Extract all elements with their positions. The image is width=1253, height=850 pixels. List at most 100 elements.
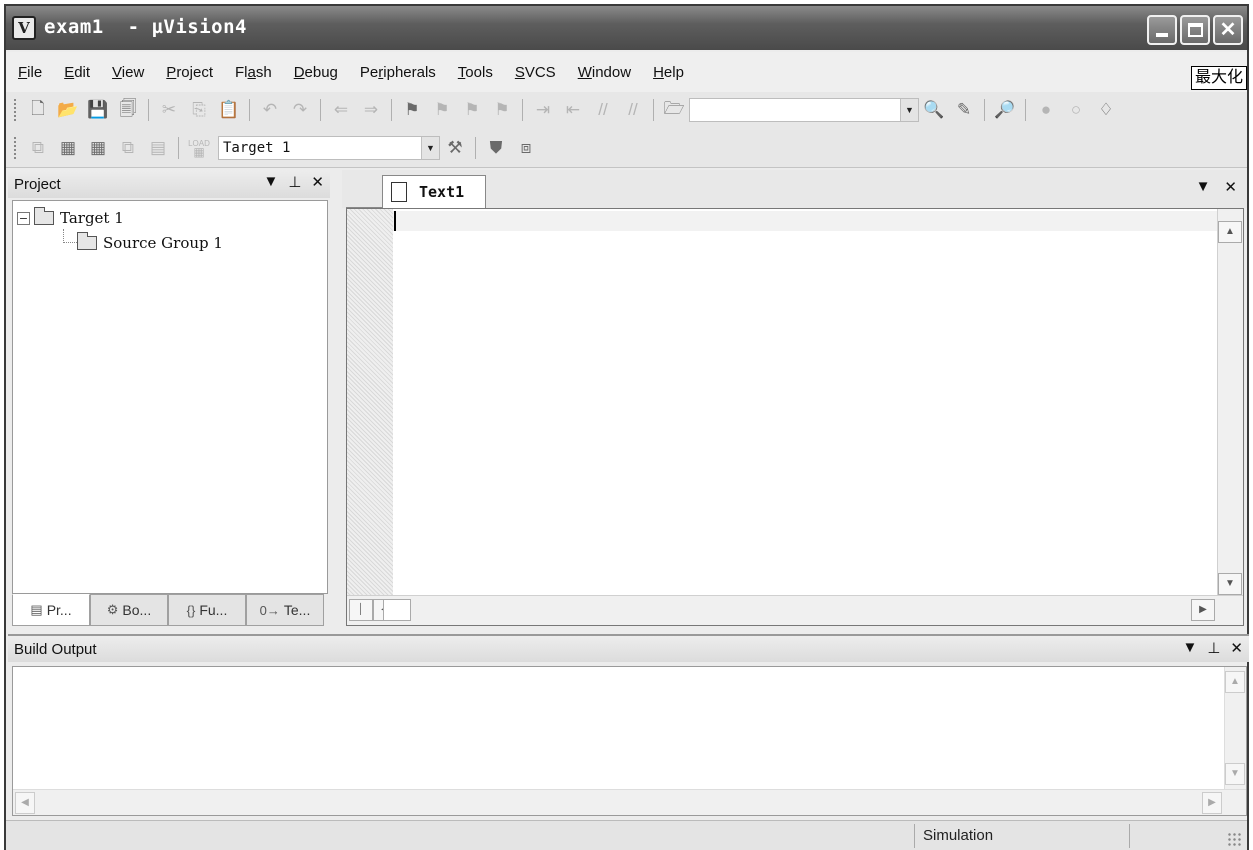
separator	[984, 99, 985, 121]
stop-build-icon[interactable]: ▤	[147, 137, 169, 159]
toolbar-grip[interactable]	[14, 99, 17, 121]
tab-functions[interactable]: {} Fu...	[168, 594, 246, 626]
scroll-right-icon[interactable]: ▶	[1191, 599, 1215, 621]
build-output-panel[interactable]: ▲ ▼ ◀ ▶	[12, 666, 1247, 816]
disable-breakpoint-icon[interactable]: ○	[1065, 99, 1087, 121]
tab-books[interactable]: ⚙ Bo...	[90, 594, 168, 626]
copy-icon[interactable]: ⎘	[188, 99, 210, 121]
undo-icon[interactable]: ↶	[259, 99, 281, 121]
breakpoints-icon[interactable]: ♢	[1095, 99, 1117, 121]
indent-icon[interactable]: ⇥	[532, 99, 554, 121]
menu-tools[interactable]: Tools	[458, 64, 493, 81]
breakpoint-icon[interactable]: ●	[1035, 99, 1057, 121]
tree-item-label: Target 1	[60, 209, 124, 227]
menu-help[interactable]: Help	[653, 64, 684, 81]
rebuild-icon[interactable]: ▦	[87, 137, 109, 159]
unindent-icon[interactable]: ⇤	[562, 99, 584, 121]
pin-icon[interactable]: ⊥	[1207, 639, 1220, 657]
editor-tab-bar: Text1 ▼ ✕	[342, 170, 1247, 208]
scroll-left-icon[interactable]: ◀	[15, 792, 35, 814]
nav-forward-icon[interactable]: ⇒	[360, 99, 382, 121]
find-value	[690, 102, 694, 118]
scroll-down-icon[interactable]: ▼	[1218, 573, 1242, 595]
toolbar-grip[interactable]	[14, 136, 17, 159]
build-vertical-scrollbar[interactable]: ▲ ▼	[1224, 667, 1246, 789]
split-handle-icon[interactable]: │	[349, 599, 373, 621]
collapse-icon[interactable]: −	[17, 211, 30, 225]
load-icon[interactable]: LOAD ▦	[188, 137, 210, 159]
pane-menu-icon[interactable]: ▼	[1182, 639, 1197, 657]
save-icon[interactable]: 💾	[87, 99, 109, 121]
maximize-button[interactable]	[1180, 15, 1210, 45]
bookmark-icon[interactable]: ⚑	[401, 99, 423, 121]
build-icon[interactable]: ▦	[57, 137, 79, 159]
pin-icon[interactable]: ⊥	[288, 173, 301, 191]
menu-debug[interactable]: Debug	[294, 64, 338, 81]
menu-project[interactable]: Project	[166, 64, 213, 81]
chevron-down-icon[interactable]: ▼	[1196, 178, 1211, 196]
manage-components-icon[interactable]: ⛊	[485, 137, 507, 159]
minimize-button[interactable]	[1147, 15, 1177, 45]
tab-text1[interactable]: Text1	[382, 175, 486, 208]
translate-icon[interactable]: ⧉	[27, 137, 49, 159]
find-combo[interactable]: ▼	[689, 98, 919, 122]
editor-vertical-scrollbar[interactable]: ▲ ▼	[1217, 209, 1243, 597]
resize-grip-icon[interactable]	[1227, 832, 1243, 848]
select-packs-icon[interactable]: ⧈	[515, 137, 537, 159]
save-all-icon[interactable]: 🗐	[117, 99, 139, 121]
separator	[475, 136, 476, 159]
next-bookmark-icon[interactable]: ⚑	[461, 99, 483, 121]
clear-bookmarks-icon[interactable]: ⚑	[491, 99, 513, 121]
target-select[interactable]: Target 1 ▼	[218, 135, 440, 160]
prev-bookmark-icon[interactable]: ⚑	[431, 99, 453, 121]
editor-gutter[interactable]	[347, 209, 393, 597]
close-pane-icon[interactable]: ✕	[311, 173, 324, 191]
debug-session-icon[interactable]: 🔎	[994, 99, 1016, 121]
build-toolbar: ⧉ ▦ ▦ ⧉ ▤ LOAD ▦ Target 1 ▼ ⚒ ⛊ ⧈	[6, 128, 1247, 168]
tree-item-target[interactable]: − Target 1	[17, 207, 124, 227]
scroll-up-icon[interactable]: ▲	[1218, 221, 1242, 243]
tree-item-source-group[interactable]: Source Group 1	[77, 232, 223, 252]
pane-menu-icon[interactable]: ▼	[263, 173, 278, 191]
tab-templates[interactable]: 0→ Te...	[246, 594, 324, 626]
close-tab-icon[interactable]: ✕	[1224, 178, 1237, 196]
menu-window[interactable]: Window	[578, 64, 631, 81]
scroll-down-icon[interactable]: ▼	[1225, 763, 1245, 785]
comment-icon[interactable]: //	[592, 99, 614, 121]
menu-view[interactable]: View	[112, 64, 144, 81]
editor-horizontal-scrollbar[interactable]: │ ◀ ▶	[347, 595, 1243, 625]
incremental-find-icon[interactable]: ✎	[953, 99, 975, 121]
find-icon[interactable]: 🔍	[923, 99, 945, 121]
scroll-up-icon[interactable]: ▲	[1225, 671, 1245, 693]
target-folder-icon	[34, 207, 54, 225]
menu-edit[interactable]: Edit	[64, 64, 90, 81]
close-pane-icon[interactable]: ✕	[1230, 639, 1243, 657]
open-file-icon[interactable]: 📂	[57, 99, 79, 121]
close-button[interactable]: ✕	[1213, 15, 1243, 45]
close-icon: ✕	[1219, 19, 1237, 41]
menu-peripherals[interactable]: Peripherals	[360, 64, 436, 81]
new-file-icon[interactable]: 🗋	[27, 99, 49, 121]
menu-flash[interactable]: Flash	[235, 64, 272, 81]
scroll-right-icon[interactable]: ▶	[1202, 792, 1222, 814]
nav-back-icon[interactable]: ⇐	[330, 99, 352, 121]
title-bar[interactable]: V exam1 - µVision4 ✕	[6, 6, 1247, 50]
cut-icon[interactable]: ✂	[158, 99, 180, 121]
app-icon[interactable]: V	[12, 16, 36, 40]
paste-icon[interactable]: 📋	[218, 99, 240, 121]
batch-build-icon[interactable]: ⧉	[117, 137, 139, 159]
redo-icon[interactable]: ↷	[289, 99, 311, 121]
target-select-value: Target 1	[223, 139, 291, 156]
target-options-icon[interactable]: ⚒	[444, 137, 466, 159]
tab-project[interactable]: ▤ Pr...	[12, 594, 90, 626]
menu-svcs[interactable]: SVCS	[515, 64, 556, 81]
uncomment-icon[interactable]: //	[622, 99, 644, 121]
separator	[320, 99, 321, 121]
find-in-files-icon[interactable]: 🗁	[663, 99, 685, 121]
chevron-down-icon[interactable]: ▼	[421, 136, 439, 159]
menu-file[interactable]: File	[18, 64, 42, 81]
chevron-down-icon[interactable]: ▼	[900, 99, 918, 121]
scroll-thumb[interactable]	[383, 599, 411, 621]
build-horizontal-scrollbar[interactable]: ◀ ▶	[13, 789, 1246, 815]
code-editor[interactable]: ▲ ▼ │ ◀ ▶	[346, 208, 1244, 626]
